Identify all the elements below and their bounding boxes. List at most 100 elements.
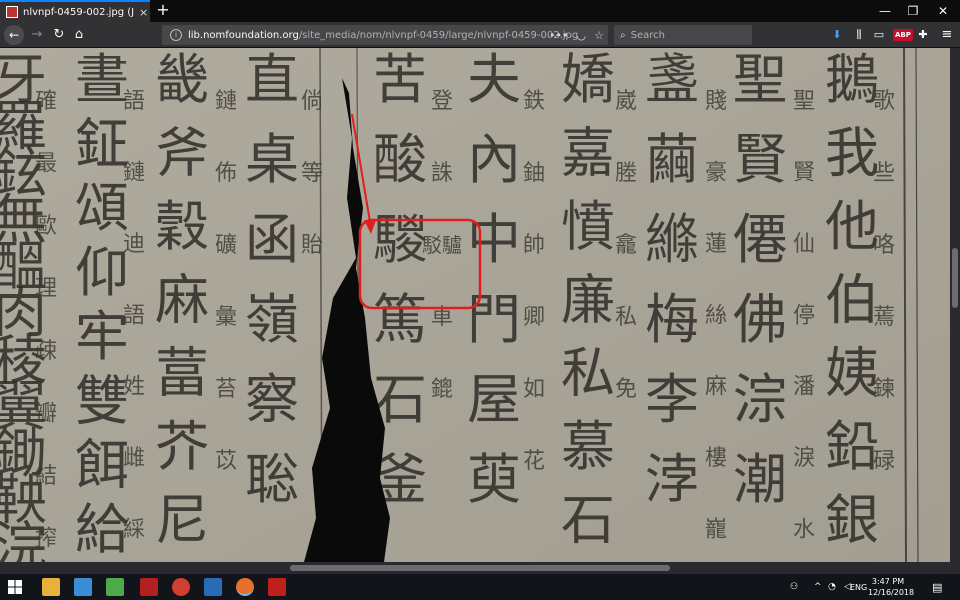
navigation-toolbar: ← → ↻ ⌂ i lib.nomfoundation.org/site_med… bbox=[0, 22, 960, 48]
annotation-character: 確 bbox=[35, 89, 57, 114]
image-file-icon bbox=[6, 6, 18, 18]
annotation-character: 歌 bbox=[873, 89, 895, 114]
vertical-scrollbar[interactable] bbox=[950, 48, 960, 562]
horizontal-scrollbar[interactable] bbox=[0, 562, 960, 574]
manuscript-character: 梅 bbox=[645, 288, 699, 351]
language-indicator[interactable]: ENG bbox=[850, 574, 867, 600]
annotation-character: 潘 bbox=[793, 375, 815, 400]
manuscript-character: 函 bbox=[245, 208, 299, 271]
manuscript-character: 慕 bbox=[561, 415, 615, 478]
manuscript-character: 淙 bbox=[733, 368, 787, 431]
annotation-character: 樓 bbox=[705, 446, 727, 471]
manuscript-character: 葍 bbox=[155, 342, 209, 405]
manuscript-character: 夫 bbox=[467, 48, 521, 111]
annotation-character: 帥 bbox=[523, 233, 545, 258]
bookmark-star-icon[interactable]: ☆ bbox=[594, 29, 604, 42]
clock-date: 12/16/2018 bbox=[868, 588, 915, 597]
new-tab-button[interactable]: + bbox=[154, 1, 172, 21]
notifications-icon[interactable]: ▤ bbox=[932, 574, 942, 600]
manuscript-character: 潮 bbox=[733, 448, 787, 511]
manuscript-character: 嘉 bbox=[561, 121, 615, 184]
manuscript-character: 李 bbox=[645, 368, 699, 431]
annotation-character: 蓮 bbox=[705, 232, 727, 257]
search-input[interactable] bbox=[630, 29, 741, 41]
annotation-character: 碌 bbox=[873, 449, 895, 474]
manuscript-character: 桌 bbox=[245, 128, 299, 191]
manuscript-character: 內 bbox=[467, 128, 521, 191]
annotation-character: 鏈 bbox=[215, 89, 237, 114]
forward-button[interactable]: → bbox=[28, 26, 46, 44]
manuscript-image[interactable]: 牙羅鉉無醞肉稜翼鋤鞅浣晝鉦頌仰牢雙餌給畿斧穀麻葍芥尼直桌函嶺察聡苦酸騣篤石釜夫內… bbox=[0, 48, 950, 562]
url-actions: ••• ◡ ☆ bbox=[549, 25, 604, 45]
manuscript-character: 嬌 bbox=[561, 48, 615, 111]
annotation-character: 水 bbox=[793, 518, 815, 543]
manuscript-character: 廉 bbox=[561, 268, 615, 331]
url-text[interactable]: lib.nomfoundation.org/site_media/nom/nlv… bbox=[188, 30, 578, 41]
extension-icon[interactable]: ✚ bbox=[916, 27, 930, 43]
manuscript-character: 牢 bbox=[75, 305, 129, 368]
manuscript-character: 門 bbox=[467, 288, 521, 351]
restore-button[interactable]: ❐ bbox=[904, 2, 922, 20]
annotation-character: 巃 bbox=[705, 518, 727, 543]
pocket-icon[interactable]: ◡ bbox=[577, 29, 587, 42]
horizontal-scroll-thumb[interactable] bbox=[290, 565, 670, 571]
annotation-character: 賢 bbox=[793, 160, 815, 185]
minimize-button[interactable]: — bbox=[876, 2, 894, 20]
site-info-icon[interactable]: i bbox=[170, 29, 182, 41]
network-icon[interactable]: ◔ bbox=[828, 574, 836, 600]
windows-start-icon[interactable] bbox=[8, 580, 22, 594]
annotation-character: 誅 bbox=[431, 161, 453, 186]
manuscript-character: 斧 bbox=[155, 121, 209, 184]
search-bar[interactable]: ⌕ bbox=[614, 25, 752, 45]
manuscript-character: 佛 bbox=[733, 288, 787, 351]
app-icon[interactable] bbox=[74, 578, 92, 596]
manuscript-character: 直 bbox=[245, 48, 299, 111]
back-button[interactable]: ← bbox=[4, 25, 24, 45]
tray-overflow-chevron-icon[interactable]: ^ bbox=[814, 574, 822, 600]
page-actions-icon[interactable]: ••• bbox=[549, 29, 568, 42]
manuscript-character: 萸 bbox=[467, 448, 521, 511]
tab-jpeg-image[interactable]: nlvnpf-0459-002.jpg (JPEG Ima × bbox=[0, 0, 150, 22]
tab-close-icon[interactable]: × bbox=[139, 6, 148, 19]
manuscript-character: 浡 bbox=[645, 448, 699, 511]
annotation-character: 迪 bbox=[123, 232, 145, 257]
manuscript-character: 尼 bbox=[155, 489, 209, 552]
app-icon[interactable] bbox=[106, 578, 124, 596]
manuscript-character: 鉛 bbox=[825, 415, 879, 478]
annotation-character: 苔 bbox=[215, 377, 237, 402]
annotation-character: 塍 bbox=[615, 161, 637, 186]
reload-button[interactable]: ↻ bbox=[50, 26, 68, 44]
tab-bar: nlvnpf-0459-002.jpg (JPEG Ima × + — ❐ ✕ bbox=[0, 0, 960, 22]
annotation-character: 鍊 bbox=[873, 377, 895, 402]
vertical-scroll-thumb[interactable] bbox=[952, 248, 958, 308]
clock[interactable]: 3:47 PM 12/16/2018 bbox=[868, 576, 915, 598]
acrobat-icon[interactable] bbox=[140, 578, 158, 596]
manuscript-character: 仰 bbox=[75, 241, 129, 304]
manuscript-character: 僊 bbox=[733, 208, 787, 271]
manuscript-character: 嶺 bbox=[245, 288, 299, 351]
firefox-icon[interactable] bbox=[236, 578, 254, 596]
annotation-character: 綵 bbox=[123, 518, 145, 543]
app-icon[interactable] bbox=[204, 578, 222, 596]
browser-window: nlvnpf-0459-002.jpg (JPEG Ima × + — ❐ ✕ … bbox=[0, 0, 960, 600]
annotation-character: 等 bbox=[301, 161, 323, 186]
annotation-character: 蔫 bbox=[873, 305, 895, 330]
menu-icon[interactable]: ≡ bbox=[940, 27, 954, 43]
library-icon[interactable]: ⫼ bbox=[852, 27, 866, 43]
app-icon[interactable] bbox=[172, 578, 190, 596]
close-window-button[interactable]: ✕ bbox=[934, 2, 952, 20]
home-button[interactable]: ⌂ bbox=[70, 26, 88, 44]
annotation-character: 卿 bbox=[523, 305, 545, 330]
manuscript-character: 屋 bbox=[467, 368, 521, 431]
annotation-character: 鎞 bbox=[431, 377, 453, 402]
annotation-character: 如 bbox=[523, 377, 545, 402]
annotation-character: 姓 bbox=[123, 375, 145, 400]
sidebar-icon[interactable]: ▭ bbox=[872, 27, 886, 43]
adblock-plus-icon[interactable]: ABP bbox=[893, 29, 913, 41]
acrobat-reader-icon[interactable] bbox=[268, 578, 286, 596]
download-icon[interactable]: ⬇ bbox=[830, 27, 844, 43]
people-icon[interactable]: ⚇ bbox=[790, 574, 798, 600]
url-bar[interactable]: i lib.nomfoundation.org/site_media/nom/n… bbox=[162, 25, 608, 45]
file-explorer-icon[interactable] bbox=[42, 578, 60, 596]
annotation-character: 淚 bbox=[793, 446, 815, 471]
